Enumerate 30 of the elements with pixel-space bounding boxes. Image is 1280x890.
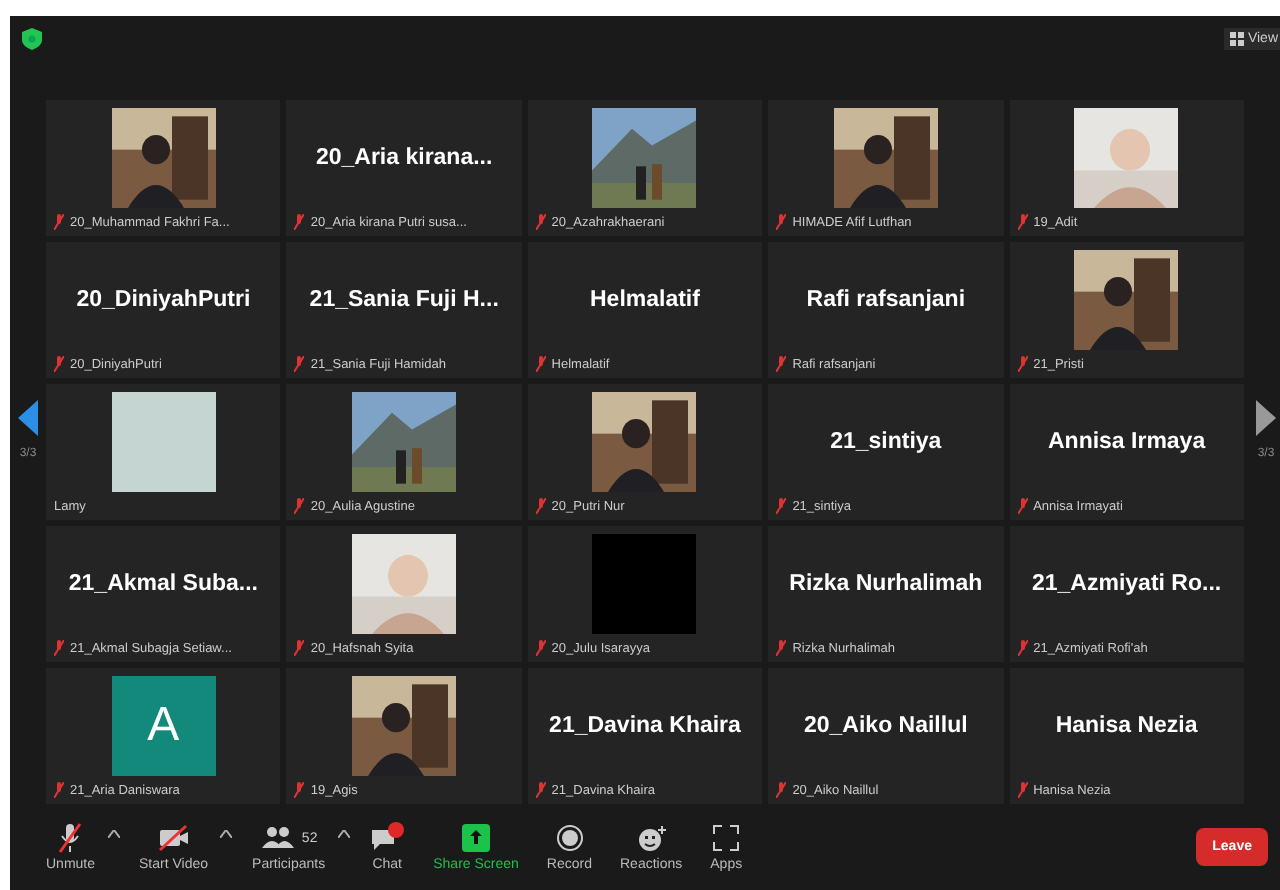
chat-bubble-icon	[369, 822, 406, 854]
participant-name: 20_Aria kirana...	[315, 146, 493, 170]
shield-icon[interactable]	[22, 28, 42, 50]
participant-name: Helmalatif	[590, 288, 700, 312]
apps-icon	[712, 824, 741, 852]
video-placeholder	[111, 392, 216, 492]
record-icon	[555, 824, 584, 852]
participant-name: 21_Davina Khaira	[549, 714, 741, 738]
people-icon	[259, 824, 296, 852]
participant-name: Rafi rafsanjani	[806, 288, 966, 312]
caret-icon[interactable]	[337, 830, 350, 838]
muted-mic-icon	[56, 822, 85, 854]
smiley-icon	[635, 824, 668, 852]
participant-name: 21_Akmal Suba...	[68, 572, 258, 596]
grid-icon	[1229, 32, 1244, 46]
participant-name: 20_DiniyahPutri	[76, 288, 251, 312]
avatar: A	[111, 676, 216, 776]
caret-icon[interactable]	[107, 830, 120, 838]
previous-page-icon[interactable]	[18, 400, 38, 436]
participant-name: Rizka Nurhalimah	[789, 572, 983, 596]
participant-name: Annisa Irmaya	[1047, 430, 1206, 454]
participant-name: 21_Azmiyati Ro...	[1032, 572, 1222, 596]
participant-name: 20_Aiko Naillul	[803, 714, 968, 738]
empty-video-frame	[592, 534, 697, 634]
participant-name: 21_sintiya	[830, 430, 942, 454]
video-off-icon	[157, 824, 190, 852]
next-page-icon[interactable]	[1256, 400, 1276, 436]
participant-name: 21_Sania Fuji H...	[309, 288, 499, 312]
caret-icon[interactable]	[220, 830, 233, 838]
participant-name: Hanisa Nezia	[1055, 714, 1198, 738]
